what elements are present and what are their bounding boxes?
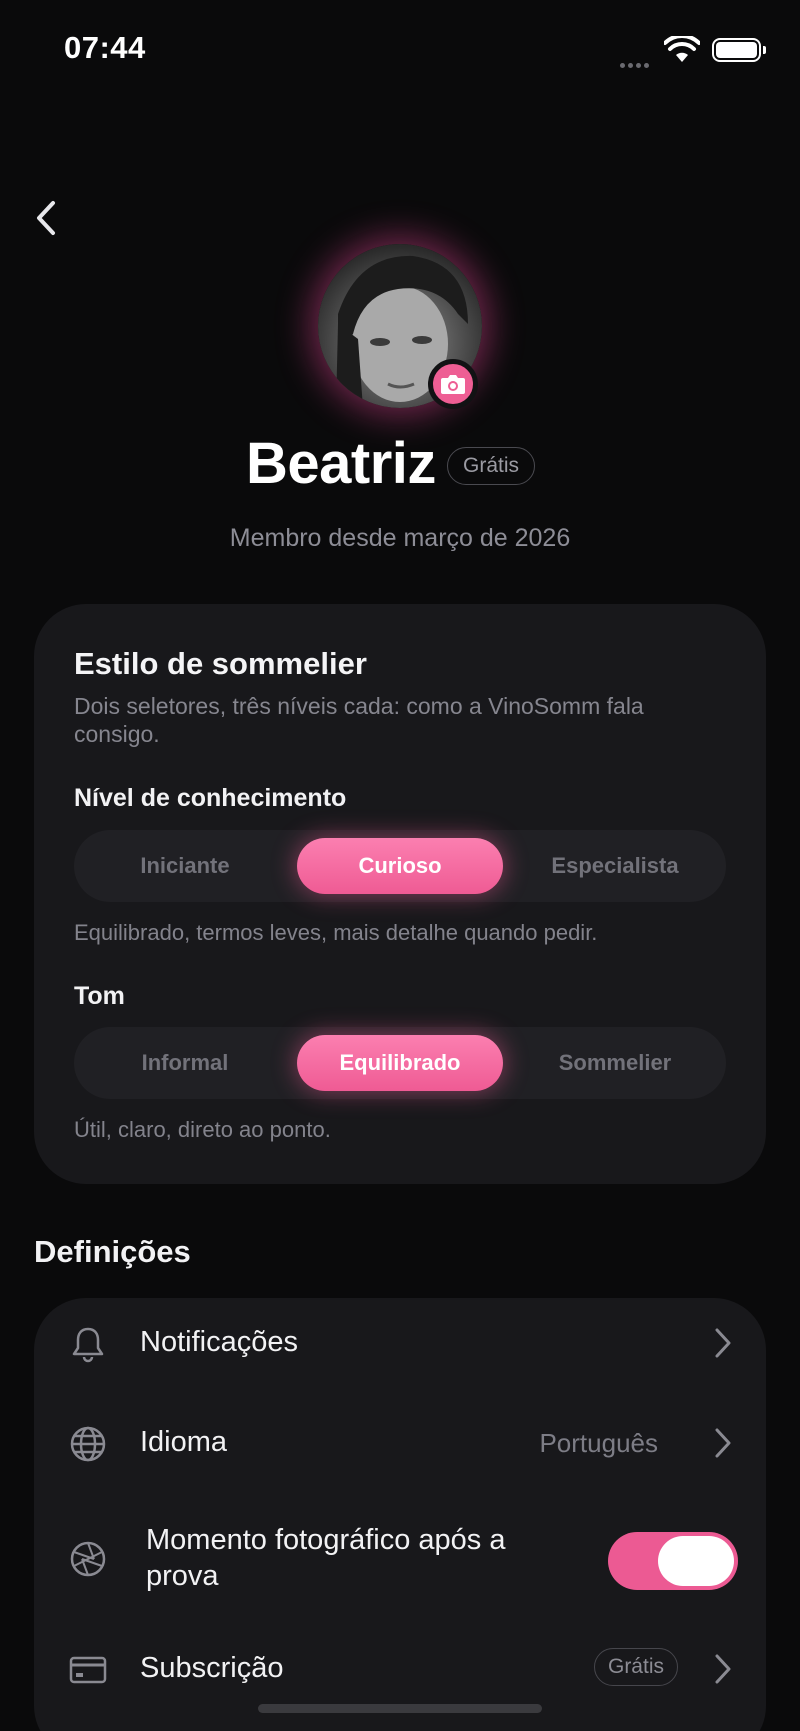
- user-name: Beatriz: [246, 431, 436, 496]
- bell-icon: [72, 1327, 104, 1363]
- knowledge-option-especialista[interactable]: Especialista: [512, 838, 718, 894]
- plan-badge: Grátis: [447, 447, 536, 485]
- home-indicator[interactable]: [258, 1704, 542, 1713]
- knowledge-option-iniciante[interactable]: Iniciante: [82, 838, 288, 894]
- settings-row-label: Notificações: [140, 1326, 298, 1358]
- knowledge-level-label: Nível de conhecimento: [74, 784, 347, 812]
- wifi-icon: [664, 36, 700, 62]
- credit-card-icon: [69, 1656, 107, 1684]
- tone-option-equilibrado[interactable]: Equilibrado: [297, 1035, 503, 1091]
- sommelier-style-card: Estilo de sommelier Dois seletores, três…: [34, 604, 766, 1184]
- status-bar: 07:44: [0, 0, 800, 100]
- battery-icon: [712, 38, 766, 62]
- card-description: Dois seletores, três níveis cada: como a…: [74, 693, 644, 747]
- settings-row-notifications[interactable]: Notificações: [34, 1298, 766, 1388]
- tone-help-text: Útil, claro, direto ao ponto.: [74, 1117, 331, 1142]
- back-button[interactable]: [26, 196, 66, 240]
- profile-header: Beatriz Grátis: [0, 430, 800, 500]
- settings-row-label: Momento fotográfico após a prova: [146, 1524, 506, 1592]
- settings-row-language[interactable]: Idioma Português: [34, 1398, 766, 1488]
- settings-row-label: Subscrição: [140, 1652, 284, 1684]
- card-title: Estilo de sommelier: [74, 646, 367, 681]
- aperture-icon: [70, 1541, 106, 1577]
- member-since: Membro desde março de 2026: [229, 524, 571, 552]
- camera-icon: [441, 375, 465, 394]
- tone-option-sommelier[interactable]: Sommelier: [512, 1035, 718, 1091]
- knowledge-help-text: Equilibrado, termos leves, mais detalhe …: [74, 920, 598, 945]
- knowledge-level-selector: Iniciante Curioso Especialista: [74, 830, 726, 902]
- status-time: 07:44: [64, 30, 146, 65]
- knowledge-option-curioso[interactable]: Curioso: [297, 838, 503, 894]
- change-photo-button[interactable]: [428, 359, 478, 409]
- cellular-signal-icon: [620, 55, 652, 73]
- tone-option-informal[interactable]: Informal: [82, 1035, 288, 1091]
- tone-label: Tom: [74, 982, 125, 1010]
- tone-selector: Informal Equilibrado Sommelier: [74, 1027, 726, 1099]
- settings-row-photo-moment: Momento fotográfico após a prova: [34, 1498, 766, 1618]
- subscription-plan-badge: Grátis: [593, 1648, 678, 1686]
- chevron-right-icon: [715, 1428, 731, 1458]
- chevron-right-icon: [715, 1654, 731, 1684]
- chevron-right-icon: [715, 1328, 731, 1358]
- settings-card: Notificações Idioma Português Momento fo…: [34, 1298, 766, 1731]
- settings-header: Definições: [34, 1234, 191, 1269]
- language-value: Português: [539, 1428, 658, 1458]
- settings-row-label: Idioma: [140, 1426, 228, 1458]
- globe-icon: [70, 1426, 106, 1462]
- settings-row-subscription[interactable]: Subscrição Grátis: [34, 1624, 766, 1714]
- toggle-knob: [658, 1536, 734, 1586]
- chevron-left-icon: [37, 201, 55, 235]
- photo-moment-toggle[interactable]: [608, 1532, 738, 1590]
